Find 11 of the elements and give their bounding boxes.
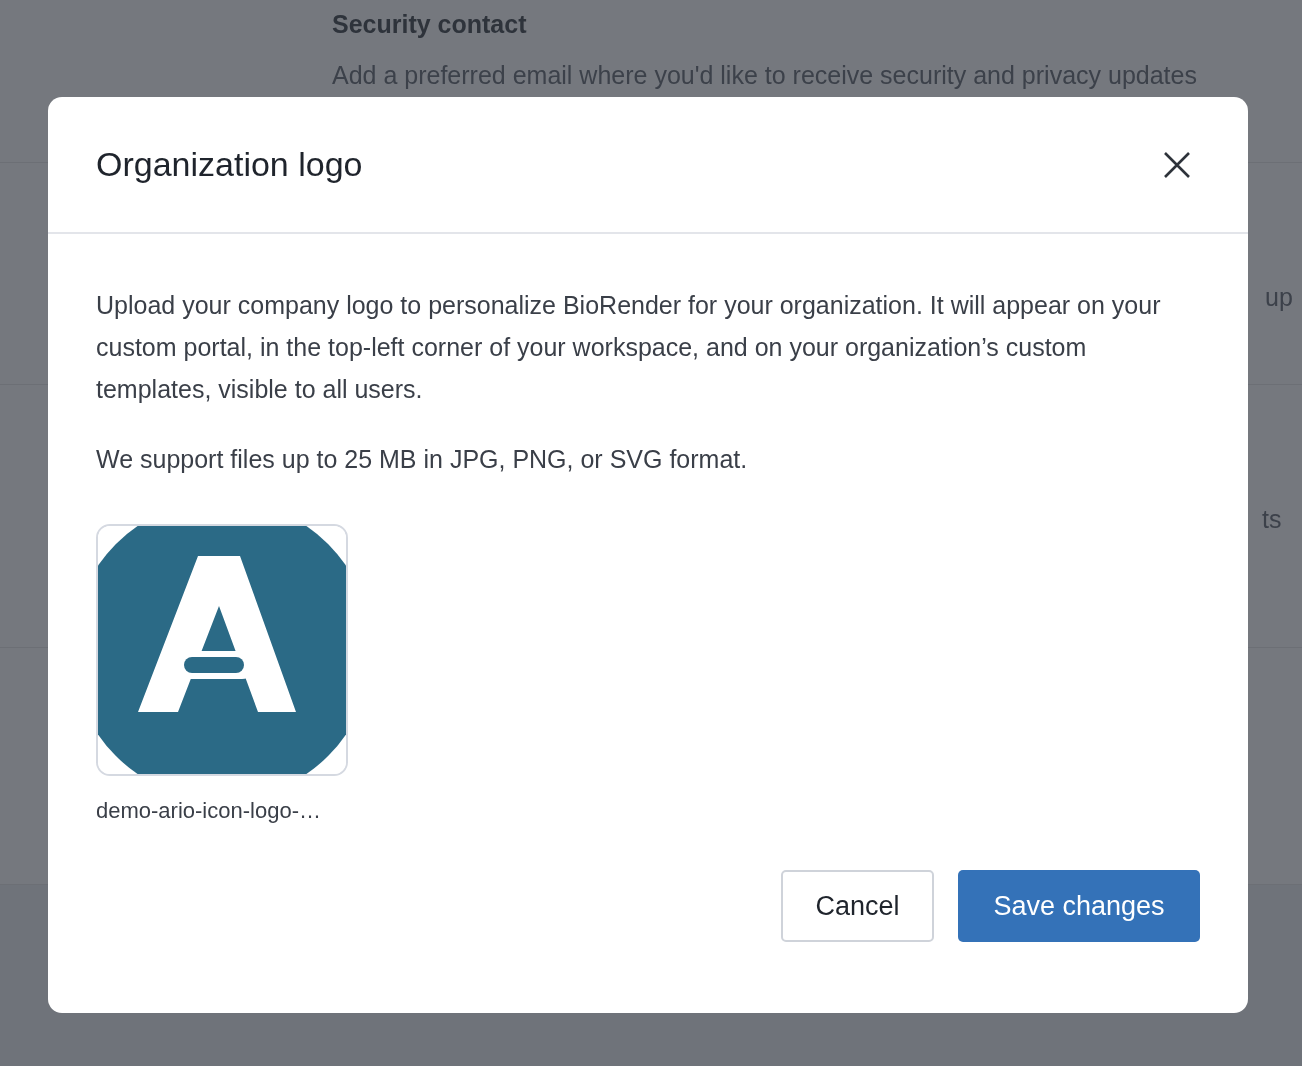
section-title: Security contact <box>332 10 528 39</box>
description-text: Upload your company logo to personalize BioRender for your organization. It will appear on your custom portal, in the top-left corner of your workspace, and on your organization’s custom templates, visible to all users. <box>96 290 1162 405</box>
cancel-button[interactable]: Cancel <box>781 870 934 942</box>
section-description: Add a preferred email where you'd like to receive security and privacy updates <box>332 61 1198 90</box>
save-button[interactable]: Save changes <box>958 870 1200 942</box>
dialog-title: Organization logo <box>96 145 363 184</box>
background-text: ts <box>1262 505 1282 534</box>
background-text: up <box>1265 283 1293 312</box>
file-name: demo-ario-icon-logo-… <box>96 798 322 824</box>
close-icon <box>1162 149 1192 180</box>
description-text: We support files up to 25 MB in JPG, PNG, or SVG format. <box>96 444 749 475</box>
